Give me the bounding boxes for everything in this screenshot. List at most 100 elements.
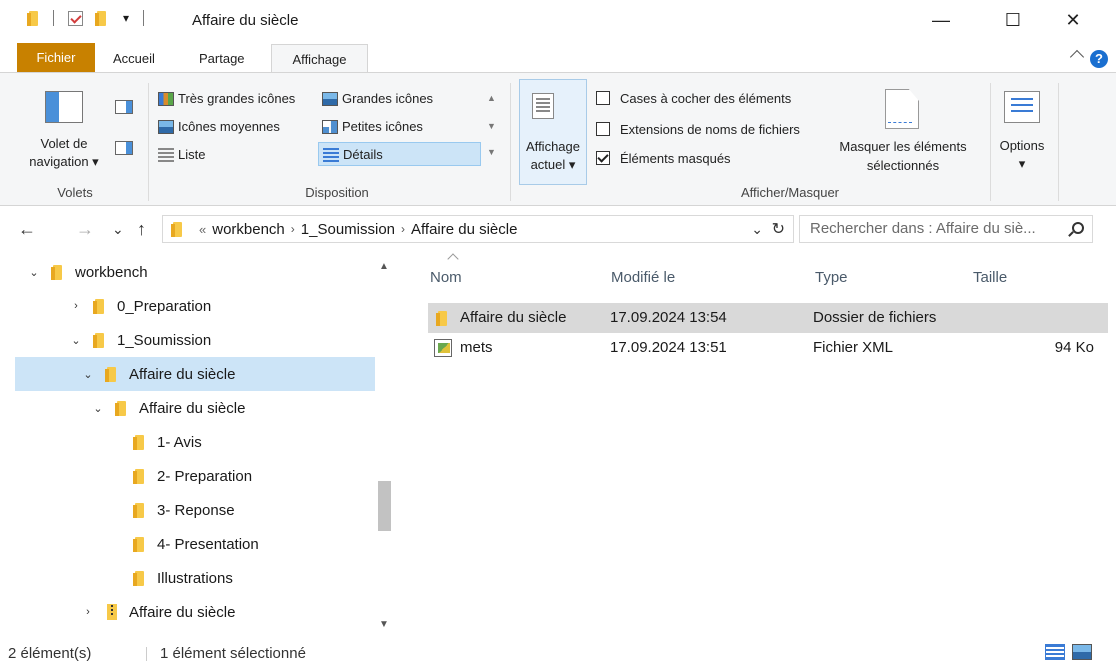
tree-item-avis[interactable]: 1- Avis (15, 425, 375, 459)
layout-scroll-down-icon[interactable]: ▼ (487, 121, 496, 131)
group-label-panes: Volets (57, 185, 93, 200)
tree-item-label: Affaire du siècle (129, 365, 236, 383)
layout-details[interactable]: Détails (318, 142, 481, 166)
maximize-button[interactable]: ☐ (990, 0, 1036, 40)
file-extensions-toggle[interactable]: Extensions de noms de fichiers (596, 118, 800, 140)
file-name: mets (460, 339, 493, 356)
column-header-type[interactable]: Type (815, 269, 848, 286)
details-view-icon[interactable] (1045, 644, 1065, 660)
file-extensions-checkbox[interactable] (596, 122, 610, 136)
search-input[interactable]: Rechercher dans : Affaire du siè... (799, 215, 1093, 243)
hidden-items-checkbox[interactable] (596, 151, 610, 165)
properties-icon[interactable] (68, 10, 83, 26)
details-pane-icon[interactable] (115, 141, 133, 155)
breadcrumb-affaire[interactable]: Affaire du siècle (411, 221, 517, 238)
list-icon (158, 148, 174, 162)
layout-small-icons[interactable]: Petites icônes (318, 115, 423, 139)
tree-item-soumission[interactable]: ⌄ 1_Soumission (15, 323, 375, 357)
breadcrumb-separator-icon[interactable]: › (291, 222, 295, 236)
tree-item-affaire-selected[interactable]: ⌄ Affaire du siècle (15, 357, 375, 391)
address-bar[interactable]: « workbench › 1_Soumission › Affaire du … (162, 215, 794, 243)
new-folder-icon[interactable] (95, 10, 109, 26)
tree-scrollbar[interactable]: ▲ ▼ (376, 251, 393, 639)
file-type: Dossier de fichiers (813, 309, 937, 326)
collapse-ribbon-icon[interactable] (1069, 49, 1085, 65)
navigation-pane-button[interactable]: Volet de navigation ▾ (24, 135, 104, 171)
item-checkboxes-toggle[interactable]: Cases à cocher des éléments (596, 87, 791, 109)
chevron-down-icon[interactable]: ⌄ (91, 402, 105, 415)
hidden-items-toggle[interactable]: Éléments masqués (596, 147, 731, 169)
address-dropdown-icon[interactable]: ⌄ (751, 221, 763, 238)
tree-item-affaire-zip[interactable]: › Affaire du siècle (15, 595, 375, 629)
file-modified: 17.09.2024 13:51 (610, 339, 727, 356)
current-view-label: actuel ▾ (530, 157, 576, 172)
chevron-down-icon[interactable]: ⌄ (69, 334, 83, 347)
breadcrumb-overflow[interactable]: « (199, 222, 206, 237)
current-view-label: Affichage (526, 139, 580, 154)
minimize-button[interactable]: — (918, 0, 964, 40)
tree-item-preparation[interactable]: › 0_Preparation (15, 289, 375, 323)
folder-icon (171, 221, 185, 237)
tree-item-label: 1_Soumission (117, 331, 212, 349)
breadcrumb-soumission[interactable]: 1_Soumission (301, 221, 395, 238)
tree-item-label: 4- Presentation (157, 535, 259, 553)
layout-medium-icons[interactable]: Icônes moyennes (154, 115, 280, 139)
layout-extra-large-icons[interactable]: Très grandes icônes (154, 87, 295, 111)
layout-list[interactable]: Liste (154, 143, 205, 167)
folder-icon (133, 502, 147, 518)
tree-item-workbench[interactable]: ⌄ workbench (15, 255, 375, 289)
item-checkboxes-checkbox[interactable] (596, 91, 610, 105)
scroll-up-icon[interactable]: ▲ (379, 261, 389, 272)
scroll-down-icon[interactable]: ▼ (379, 619, 389, 630)
column-header-modified[interactable]: Modifié le (611, 269, 675, 286)
tab-home[interactable]: Accueil (103, 44, 165, 73)
column-header-size[interactable]: Taille (973, 269, 1007, 286)
layout-expand-icon[interactable]: ▼ (487, 147, 496, 157)
search-placeholder: Rechercher dans : Affaire du siè... (810, 220, 1036, 237)
item-count: 2 élément(s) (8, 645, 92, 662)
tab-file[interactable]: Fichier (17, 43, 95, 72)
customize-toolbar-arrow-icon[interactable]: ▾ (123, 11, 129, 25)
file-row-affaire[interactable]: Affaire du siècle 17.09.2024 13:54 Dossi… (428, 303, 1108, 333)
chevron-right-icon[interactable]: › (69, 300, 83, 312)
tab-view[interactable]: Affichage (271, 44, 368, 73)
close-button[interactable]: ✕ (1050, 0, 1096, 40)
tree-item-affaire-sub[interactable]: ⌄ Affaire du siècle (15, 391, 375, 425)
tree-item-preparation-2[interactable]: 2- Preparation (15, 459, 375, 493)
layout-label: Petites icônes (342, 119, 423, 134)
tree-item-label: 0_Preparation (117, 297, 212, 315)
column-header-name[interactable]: Nom (430, 269, 462, 286)
checkbox-label: Cases à cocher des éléments (620, 90, 792, 106)
recent-locations-button[interactable]: ⌄ (112, 221, 124, 238)
quick-access-toolbar: ▾ (27, 10, 145, 26)
help-icon[interactable]: ? (1090, 50, 1108, 68)
preview-pane-icon[interactable] (115, 100, 133, 114)
chevron-right-icon[interactable]: › (81, 606, 95, 618)
refresh-icon[interactable]: ↻ (772, 219, 785, 239)
scrollbar-thumb[interactable] (378, 481, 391, 531)
tree-item-illustrations[interactable]: Illustrations (15, 561, 375, 595)
chevron-down-icon[interactable]: ⌄ (27, 266, 41, 279)
group-divider (148, 83, 149, 201)
layout-large-icons[interactable]: Grandes icônes (318, 87, 433, 111)
forward-button[interactable]: → (76, 219, 94, 240)
options-icon (1004, 91, 1040, 123)
breadcrumb-workbench[interactable]: workbench (212, 221, 285, 238)
tree-item-presentation[interactable]: 4- Presentation (15, 527, 375, 561)
file-size: 94 Ko (1054, 339, 1094, 356)
hide-selected-button[interactable]: Masquer les éléments sélectionnés (825, 137, 981, 175)
options-button[interactable]: Options ▾ (992, 137, 1052, 173)
file-row-mets[interactable]: mets 17.09.2024 13:51 Fichier XML 94 Ko (428, 333, 1108, 363)
layout-scroll-up-icon[interactable]: ▲ (487, 93, 496, 103)
tab-share[interactable]: Partage (189, 44, 255, 73)
ribbon: Volet de navigation ▾ Volets Très grande… (0, 72, 1116, 206)
up-button[interactable]: ↑ (137, 219, 146, 240)
back-button[interactable]: ← (18, 219, 36, 240)
navigation-pane-icon[interactable] (45, 91, 83, 123)
chevron-down-icon[interactable]: ⌄ (81, 368, 95, 381)
search-icon[interactable] (1072, 222, 1084, 234)
large-icons-view-icon[interactable] (1072, 644, 1092, 660)
tree-item-reponse[interactable]: 3- Reponse (15, 493, 375, 527)
file-modified: 17.09.2024 13:54 (610, 309, 727, 326)
breadcrumb-separator-icon[interactable]: › (401, 222, 405, 236)
